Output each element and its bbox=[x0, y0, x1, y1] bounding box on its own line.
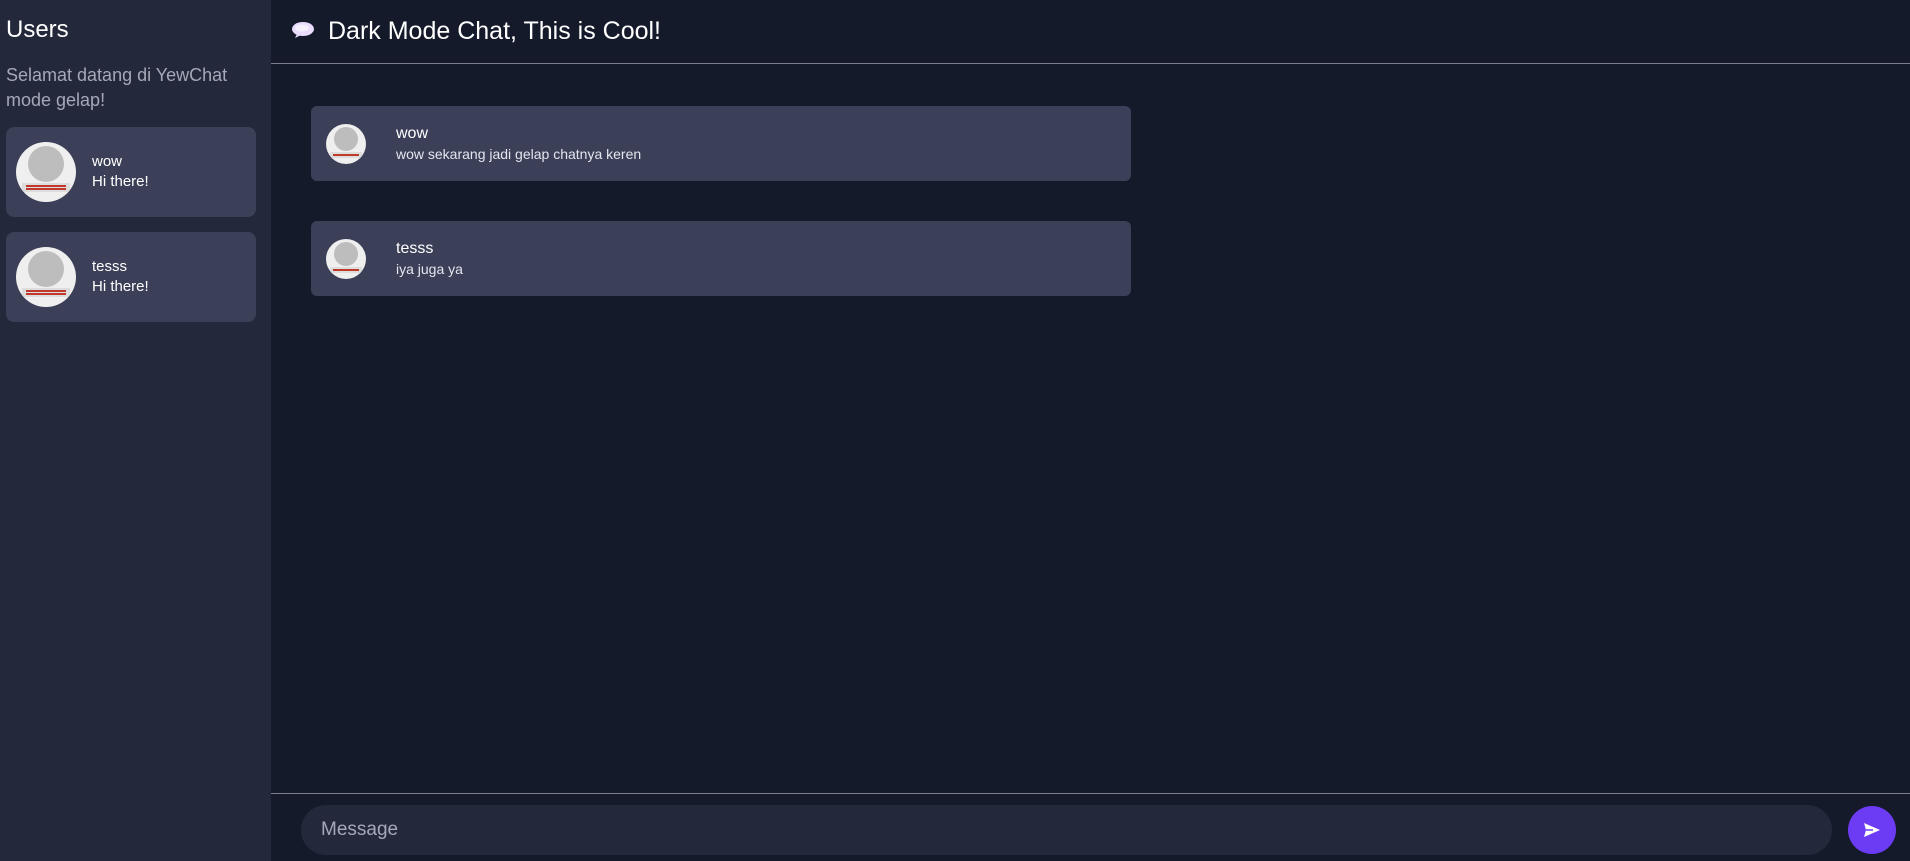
sidebar: Users Selamat datang di YewChat mode gel… bbox=[0, 0, 271, 861]
speech-bubble-icon bbox=[292, 21, 314, 38]
message-text: wow sekarang jadi gelap chatnya keren bbox=[396, 145, 642, 162]
message-sender: wow bbox=[396, 124, 429, 142]
chat-header: Dark Mode Chat, This is Cool! bbox=[271, 0, 1910, 64]
user-name: tesss bbox=[92, 258, 128, 275]
message-item: tesss iya juga ya bbox=[311, 221, 1131, 296]
user-info: wow Hi there! bbox=[92, 152, 149, 192]
message-item: wow wow sekarang jadi gelap chatnya kere… bbox=[311, 106, 1131, 181]
sidebar-subtitle: Selamat datang di YewChat mode gelap! bbox=[6, 65, 228, 110]
send-icon bbox=[1864, 823, 1880, 837]
message-body: wow wow sekarang jadi gelap chatnya kere… bbox=[396, 124, 641, 164]
avatar bbox=[326, 123, 366, 164]
chat-main: Dark Mode Chat, This is Cool! wow wow se… bbox=[271, 0, 1910, 861]
avatar bbox=[326, 238, 366, 279]
user-card-wow[interactable]: wow Hi there! bbox=[6, 127, 256, 217]
app: Users Selamat datang di YewChat mode gel… bbox=[0, 0, 1910, 861]
user-status: Hi there! bbox=[92, 278, 149, 295]
user-status: Hi there! bbox=[92, 173, 149, 190]
message-text: iya juga ya bbox=[396, 260, 463, 277]
avatar bbox=[16, 247, 76, 307]
composer bbox=[271, 793, 1910, 861]
message-sender: tesss bbox=[396, 239, 434, 257]
message-list: wow wow sekarang jadi gelap chatnya kere… bbox=[311, 106, 1131, 336]
sidebar-title: Users bbox=[6, 16, 69, 43]
user-name: wow bbox=[92, 153, 123, 170]
user-card-tesss[interactable]: tesss Hi there! bbox=[6, 232, 256, 322]
avatar bbox=[16, 142, 76, 202]
message-body: tesss iya juga ya bbox=[396, 239, 463, 279]
user-info: tesss Hi there! bbox=[92, 257, 149, 297]
send-button[interactable] bbox=[1848, 806, 1896, 854]
message-input[interactable] bbox=[301, 805, 1832, 855]
chat-title: Dark Mode Chat, This is Cool! bbox=[328, 17, 661, 45]
